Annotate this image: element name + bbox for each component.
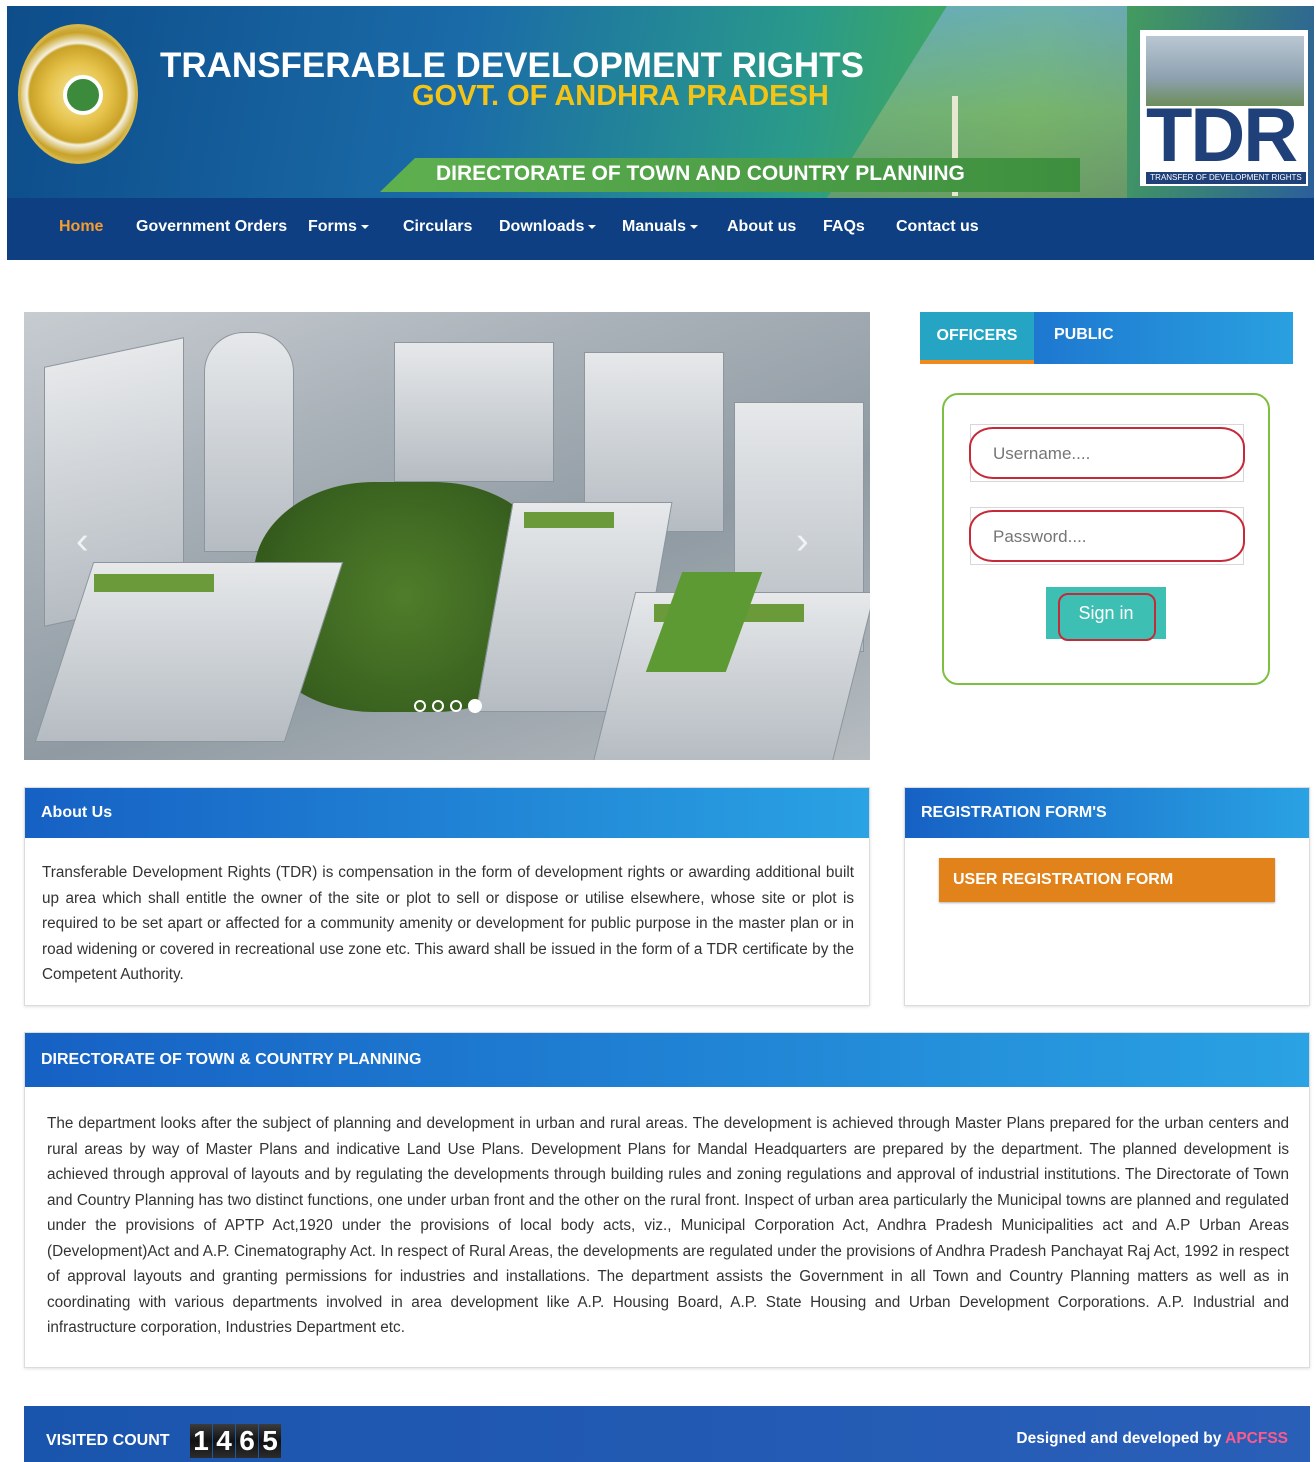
about-text: Transferable Development Rights (TDR) is… (42, 864, 854, 983)
about-heading: About Us (25, 788, 869, 838)
visited-count-label: VISITED COUNT (46, 1432, 170, 1449)
chevron-left-icon[interactable]: ‹ (76, 520, 89, 563)
password-input[interactable] (993, 524, 1223, 550)
nav-manuals-label: Manuals (622, 218, 687, 235)
credits-prefix: Designed and developed by (1016, 1430, 1222, 1447)
counter-digit: 6 (236, 1424, 258, 1458)
tab-officers[interactable]: OFFICERS (920, 312, 1034, 364)
carousel-dot[interactable] (450, 700, 462, 712)
caret-down-icon (360, 224, 369, 229)
site-subtitle: GOVT. OF ANDHRA PRADESH (412, 80, 829, 112)
carousel-dot[interactable] (432, 700, 444, 712)
nav-forms[interactable]: Forms (308, 218, 369, 236)
caret-down-icon (690, 224, 699, 229)
directorate-text: The department looks after the subject o… (47, 1115, 1289, 1336)
tdr-logo-subtext: TRANSFER OF DEVELOPMENT RIGHTS (1146, 172, 1306, 184)
emblem-center (63, 75, 103, 115)
nav-government-orders-label: Government Orders (136, 218, 288, 235)
carousel-green-roof (94, 574, 214, 592)
nav-about-us-label: About us (727, 218, 797, 235)
chevron-right-icon[interactable]: › (796, 520, 809, 563)
tab-public[interactable]: PUBLIC (1054, 326, 1114, 344)
nav-faqs[interactable]: FAQs (823, 218, 865, 236)
nav-home-label: Home (59, 218, 104, 235)
registration-heading: REGISTRATION FORM'S (905, 788, 1309, 838)
registration-panel: REGISTRATION FORM'S USER REGISTRATION FO… (904, 787, 1310, 1006)
carousel-dot-active[interactable] (468, 699, 482, 713)
carousel-dot[interactable] (414, 700, 426, 712)
nav-contact-us-label: Contact us (896, 218, 979, 235)
nav-home[interactable]: Home (59, 218, 103, 236)
username-input[interactable] (993, 441, 1223, 467)
counter-digit: 5 (259, 1424, 281, 1458)
nav-circulars[interactable]: Circulars (403, 218, 472, 236)
counter-digit: 4 (213, 1424, 235, 1458)
caret-down-icon (588, 224, 597, 229)
directorate-title: DIRECTORATE OF TOWN AND COUNTRY PLANNING (436, 162, 965, 185)
about-panel: About Us Transferable Development Rights… (24, 787, 870, 1006)
nav-manuals[interactable]: Manuals (622, 218, 699, 236)
password-field[interactable] (969, 507, 1245, 565)
directorate-panel: DIRECTORATE OF TOWN & COUNTRY PLANNING T… (24, 1032, 1310, 1368)
username-field[interactable] (969, 424, 1245, 482)
carousel-green-roof (524, 512, 614, 528)
nav-government-orders[interactable]: Government Orders (136, 218, 287, 236)
nav-about-us[interactable]: About us (727, 218, 796, 236)
signin-button[interactable]: Sign in (1046, 587, 1166, 641)
hero-carousel[interactable] (24, 312, 870, 760)
nav-contact-us[interactable]: Contact us (896, 218, 979, 236)
visit-counter: 1465 (190, 1424, 282, 1460)
nav-faqs-label: FAQs (823, 218, 865, 235)
nav-downloads-label: Downloads (499, 218, 585, 235)
signin-label: Sign in (1078, 602, 1134, 623)
user-registration-button[interactable]: USER REGISTRATION FORM (939, 858, 1275, 902)
nav-circulars-label: Circulars (403, 218, 473, 235)
credits-brand-link[interactable]: APCFSS (1225, 1430, 1288, 1447)
site-footer: VISITED COUNT 1465 Designed and develope… (24, 1406, 1310, 1462)
footer-credits: Designed and developed by APCFSS (1016, 1430, 1288, 1448)
state-emblem-logo (18, 24, 138, 164)
carousel-building (394, 342, 554, 482)
counter-digit: 1 (190, 1424, 212, 1458)
directorate-heading: DIRECTORATE OF TOWN & COUNTRY PLANNING (25, 1033, 1309, 1087)
main-nav: Home Government Orders Forms Circulars D… (7, 198, 1314, 260)
nav-downloads[interactable]: Downloads (499, 218, 597, 236)
nav-forms-label: Forms (308, 218, 357, 235)
tdr-logo-text: TDR (1146, 93, 1298, 178)
